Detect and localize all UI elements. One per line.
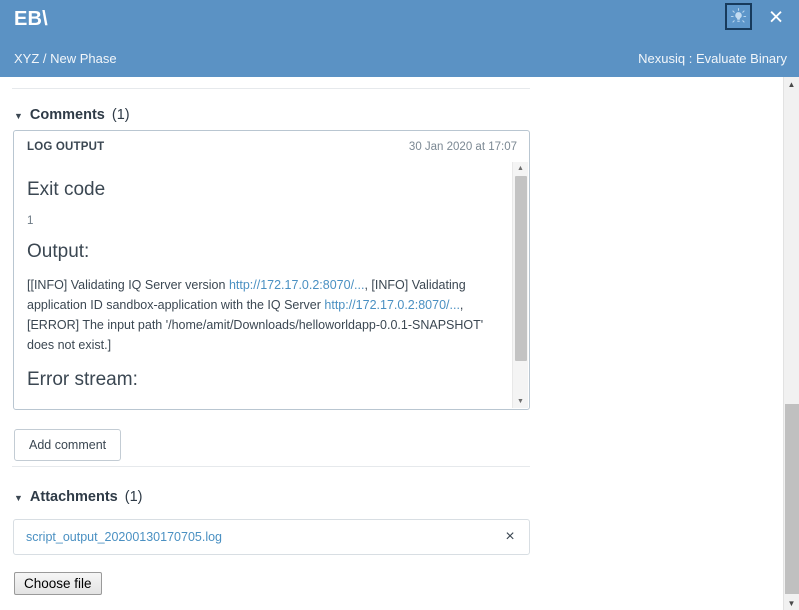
log-scrollbar-thumb[interactable] xyxy=(515,176,527,361)
exit-code-value: 1 xyxy=(27,215,34,227)
log-text-pre: [[INFO] Validating IQ Server version xyxy=(27,278,229,292)
log-output-body: Exit code 1 Output: [[INFO] Validating I… xyxy=(14,161,529,391)
divider-top xyxy=(12,88,530,89)
section-header-comments[interactable]: ▼ Comments (1) xyxy=(14,107,130,123)
page-scroll-down-arrow-icon[interactable]: ▼ xyxy=(784,596,799,610)
comment-type-label: LOG OUTPUT xyxy=(27,141,105,153)
lightbulb-icon xyxy=(730,8,747,23)
attachments-count: (1) xyxy=(124,489,143,505)
comments-count: (1) xyxy=(111,107,130,123)
exit-code-heading: Exit code xyxy=(27,179,106,200)
remove-attachment-icon[interactable]: × xyxy=(501,528,519,546)
page-title: EB\ xyxy=(14,8,48,30)
log-output-viewport[interactable]: Exit code 1 Output: [[INFO] Validating I… xyxy=(14,161,529,409)
close-icon[interactable]: × xyxy=(761,2,791,32)
chevron-down-icon: ▼ xyxy=(14,110,23,121)
lightbulb-idea-button[interactable] xyxy=(725,3,752,30)
breadcrumb: XYZ / New Phase xyxy=(14,51,117,66)
page-scrollbar-thumb[interactable] xyxy=(785,404,799,594)
log-output-scrollbar[interactable]: ▲ ▼ xyxy=(512,162,528,408)
scroll-down-arrow-icon[interactable]: ▼ xyxy=(513,395,528,408)
scroll-up-arrow-icon[interactable]: ▲ xyxy=(513,162,528,175)
comments-label: Comments xyxy=(29,107,105,123)
log-output-text: [[INFO] Validating IQ Server version htt… xyxy=(27,275,499,355)
log-server-link-2[interactable]: http://172.17.0.2:8070/... xyxy=(324,298,460,312)
divider-middle xyxy=(12,466,530,467)
attachment-list-item: script_output_20200130170705.log × xyxy=(13,519,530,555)
header-context-label: Nexusiq : Evaluate Binary xyxy=(638,51,787,66)
page-scrollbar[interactable]: ▲ ▼ xyxy=(783,77,799,610)
log-server-link-1[interactable]: http://172.17.0.2:8070/... xyxy=(229,278,365,292)
page-scroll-up-arrow-icon[interactable]: ▲ xyxy=(784,77,799,91)
section-header-attachments[interactable]: ▼ Attachments (1) xyxy=(14,489,142,505)
chevron-down-icon: ▼ xyxy=(14,492,23,503)
attachment-file-link[interactable]: script_output_20200130170705.log xyxy=(26,530,222,544)
error-stream-heading: Error stream: xyxy=(27,369,138,390)
comment-timestamp: 30 Jan 2020 at 17:07 xyxy=(408,141,517,153)
comment-card: LOG OUTPUT 30 Jan 2020 at 17:07 Exit cod… xyxy=(13,130,530,410)
add-comment-button[interactable]: Add comment xyxy=(14,429,122,461)
choose-file-button[interactable]: Choose file xyxy=(14,572,102,595)
comment-card-header: LOG OUTPUT 30 Jan 2020 at 17:07 xyxy=(14,131,529,161)
dialog-content: ▼ Comments (1) LOG OUTPUT 30 Jan 2020 at… xyxy=(0,77,783,610)
output-heading: Output: xyxy=(27,241,90,262)
attachments-label: Attachments xyxy=(29,489,118,505)
dialog-header: EB\ XYZ / New Phase Nexusiq : Evaluate B… xyxy=(0,0,799,77)
